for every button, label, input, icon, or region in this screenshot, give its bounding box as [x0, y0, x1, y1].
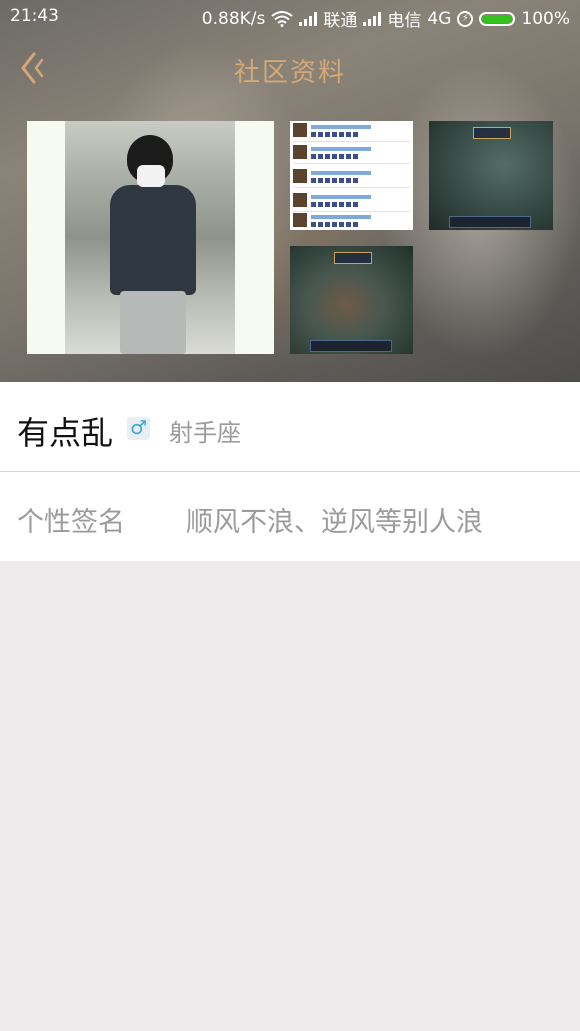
- network-type: 4G: [427, 8, 452, 29]
- wifi-icon: [271, 10, 294, 27]
- signature-value: 顺风不浪、逆风等别人浪: [186, 507, 483, 538]
- photo-content: [334, 252, 372, 264]
- photo-content: [293, 121, 410, 142]
- person-figure: [110, 185, 196, 295]
- battery-icon: [479, 11, 516, 26]
- photo-content: [449, 216, 531, 228]
- photo-content: [473, 127, 511, 139]
- profile-photo-thumbnail[interactable]: [290, 121, 413, 230]
- profile-photo-thumbnail[interactable]: [290, 246, 413, 354]
- profile-name-row: 有点乱 ♂ 射手座: [0, 382, 580, 471]
- person-figure: [137, 165, 165, 187]
- male-gender-icon: ♂: [127, 417, 150, 440]
- signal-icon: [363, 11, 382, 26]
- person-figure: [120, 291, 186, 354]
- profile-photo-thumbnail[interactable]: [429, 121, 553, 230]
- carrier-name: 联通: [323, 11, 358, 31]
- signature-row: 个性签名 顺风不浪、逆风等别人浪: [0, 472, 580, 561]
- signature-label: 个性签名: [17, 507, 125, 538]
- network-speed: 0.88K/s: [201, 8, 266, 29]
- photo-content: [293, 211, 410, 230]
- signal-icon: [299, 11, 318, 26]
- battery-percent: 100%: [521, 8, 570, 29]
- page-title: 社区资料: [233, 58, 346, 88]
- profile-photo-main[interactable]: [27, 121, 274, 354]
- photo-content: [293, 143, 410, 164]
- status-bar: 21:43 0.88K/s 联通 电信 4G ⚡ 100%: [0, 0, 580, 34]
- photo-content: [293, 167, 410, 188]
- photo-content: [310, 340, 392, 352]
- photo-content: [293, 191, 410, 212]
- carrier-name: 电信: [387, 11, 422, 31]
- charging-icon: ⚡: [457, 10, 474, 27]
- status-indicators: 0.88K/s 联通 电信 4G ⚡ 100%: [201, 6, 570, 32]
- zodiac-sign: 射手座: [169, 419, 241, 447]
- status-time: 21:43: [10, 6, 59, 26]
- nav-bar: 社区资料: [0, 40, 580, 100]
- photo-background: [65, 121, 235, 354]
- user-name: 有点乱: [17, 414, 114, 452]
